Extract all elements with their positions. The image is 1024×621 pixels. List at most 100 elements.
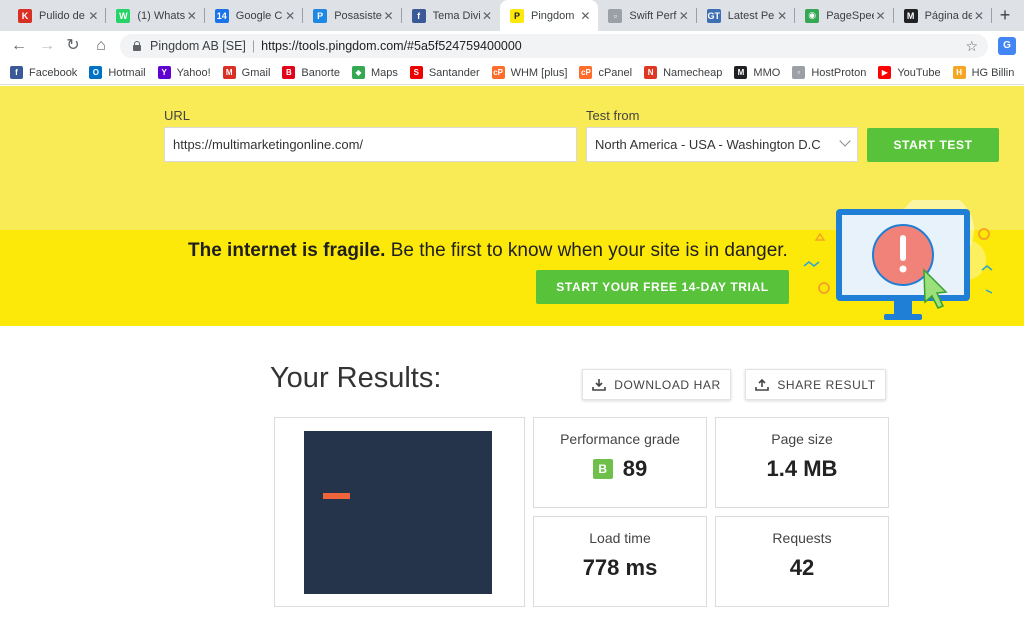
bookmark-item[interactable]: ▶ YouTube	[878, 66, 941, 79]
bookmark-item[interactable]: f Facebook	[10, 66, 77, 79]
page-size-value: 1.4 MB	[766, 456, 838, 481]
performance-score: 89	[622, 456, 648, 481]
bookmark-item[interactable]: H HG Billin	[952, 66, 1015, 79]
bookmark-star-icon[interactable]: ☆	[965, 38, 978, 55]
test-from-select[interactable]: North America - USA - Washington D.C	[586, 127, 858, 162]
load-time-label: Load time	[589, 530, 651, 546]
bookmark-item[interactable]: cP WHM [plus]	[491, 66, 568, 79]
bookmark-item[interactable]: B Banorte	[282, 66, 340, 79]
home-button[interactable]: ⌂	[90, 35, 112, 57]
browser-tab[interactable]: P Pingdom ✕	[500, 0, 599, 31]
performance-grade-value: B 89	[534, 456, 706, 482]
bookmark-label: MMO	[753, 66, 781, 79]
tab-close-icon[interactable]: ✕	[677, 9, 691, 23]
browser-tab[interactable]: f Tema Divi ✕	[402, 0, 500, 31]
bookmark-item[interactable]: N Namecheap	[644, 66, 722, 79]
site-screenshot-thumbnail	[304, 431, 492, 594]
bookmark-favicon-icon: O	[89, 66, 103, 79]
tab-close-icon[interactable]: ✕	[480, 9, 494, 23]
download-har-label: DOWNLOAD HAR	[614, 377, 721, 392]
tab-favicon-icon: M	[903, 8, 918, 23]
browser-tab[interactable]: GT Latest Pe ✕	[697, 0, 796, 31]
bookmark-item[interactable]: Y Yahoo!	[157, 66, 211, 79]
tab-title: (1) Whats	[137, 9, 185, 22]
tab-favicon-icon: 14	[214, 8, 229, 23]
tab-favicon-icon: f	[411, 8, 426, 23]
requests-card: Requests 42	[715, 516, 889, 607]
tab-title: PageSpee	[826, 9, 874, 22]
bookmark-favicon-icon: M	[734, 66, 748, 79]
share-result-button[interactable]: SHARE RESULT	[745, 369, 886, 400]
site-identity: Pingdom AB [SE]	[150, 39, 246, 53]
tab-favicon-icon: GT	[706, 8, 721, 23]
bookmark-label: cPanel	[598, 66, 633, 79]
back-button[interactable]: ←	[8, 35, 30, 57]
address-url: https://tools.pingdom.com/#5a5f524759400…	[261, 39, 522, 53]
address-bar[interactable]: Pingdom AB [SE] | https://tools.pingdom.…	[120, 34, 988, 58]
translate-extension-icon[interactable]: G	[998, 37, 1016, 55]
tab-title: Latest Pe	[727, 9, 775, 22]
bookmark-item[interactable]: M Gmail	[222, 66, 271, 79]
tab-close-icon[interactable]: ✕	[382, 9, 396, 23]
download-icon	[592, 378, 607, 391]
bookmark-item[interactable]: O Hotmail	[89, 66, 146, 79]
performance-grade-card: Performance grade B 89	[533, 417, 707, 508]
tab-title: Pingdom	[531, 9, 575, 22]
load-time-card: Load time 778 ms	[533, 516, 707, 607]
page-size-label: Page size	[771, 431, 833, 447]
browser-toolbar: ← → ↻ ⌂ Pingdom AB [SE] | https://tools.…	[0, 31, 1024, 61]
chevron-down-icon	[839, 135, 851, 147]
tab-title: Google C	[235, 9, 283, 22]
tab-title: Posasiste	[334, 9, 382, 22]
bookmark-favicon-icon: H	[952, 66, 966, 79]
tab-favicon-icon: K	[18, 8, 32, 23]
tab-close-icon[interactable]: ✕	[578, 9, 592, 23]
reload-button[interactable]: ↻	[62, 35, 84, 57]
browser-tab[interactable]: P Posasiste ✕	[303, 0, 402, 31]
bookmark-favicon-icon: ◆	[351, 66, 365, 79]
tab-close-icon[interactable]: ✕	[775, 9, 789, 23]
browser-tab[interactable]: 14 Google C ✕	[205, 0, 304, 31]
bookmark-label: Facebook	[29, 66, 78, 79]
load-time-value: 778 ms	[582, 555, 658, 580]
bookmark-label: WHM [plus]	[510, 66, 568, 79]
tab-separator	[990, 8, 992, 23]
test-from-value: North America - USA - Washington D.C	[595, 137, 821, 152]
tab-close-icon[interactable]: ✕	[86, 9, 100, 23]
browser-tab[interactable]: ▫ Swift Perf ✕	[598, 0, 697, 31]
promo-headline-rest: Be the first to know when your site is i…	[385, 240, 788, 261]
performance-grade-label: Performance grade	[560, 431, 680, 447]
tab-favicon-icon: P	[510, 8, 524, 23]
bookmark-item[interactable]: S Santander	[409, 66, 480, 79]
promo-headline: The internet is fragile. Be the first to…	[188, 240, 788, 262]
url-input[interactable]: https://multimarketingonline.com/	[164, 127, 577, 162]
tab-close-icon[interactable]: ✕	[185, 9, 199, 23]
bookmark-item[interactable]: ▫ HostProton	[792, 66, 866, 79]
browser-tab[interactable]: K Pulido de ✕	[8, 0, 107, 31]
bookmark-item[interactable]: ◆ Maps	[351, 66, 398, 79]
grade-badge: B	[592, 459, 613, 479]
bookmark-item[interactable]: cP cPanel	[579, 66, 632, 79]
tab-close-icon[interactable]: ✕	[972, 9, 986, 23]
new-tab-button[interactable]: +	[994, 4, 1016, 26]
browser-tab[interactable]: M Página de ✕	[894, 0, 992, 31]
bookmark-item[interactable]: M MMO	[734, 66, 780, 79]
bookmark-label: HG Billin	[971, 66, 1015, 79]
tab-title: Página de	[924, 9, 972, 22]
bookmark-favicon-icon: f	[10, 66, 23, 79]
browser-tab[interactable]: ◉ PageSpee ✕	[795, 0, 894, 31]
bookmark-label: Santander	[428, 66, 480, 79]
bookmark-favicon-icon: B	[282, 66, 296, 79]
browser-tab[interactable]: W (1) Whats ✕	[106, 0, 205, 31]
start-test-button[interactable]: START TEST	[867, 128, 999, 162]
bookmark-label: Namecheap	[663, 66, 723, 79]
bookmark-favicon-icon: ▶	[878, 66, 892, 79]
download-har-button[interactable]: DOWNLOAD HAR	[582, 369, 731, 400]
address-separator: |	[251, 39, 256, 53]
free-trial-button[interactable]: START YOUR FREE 14-DAY TRIAL	[536, 270, 789, 304]
bookmark-label: YouTube	[897, 66, 941, 79]
tab-close-icon[interactable]: ✕	[283, 9, 297, 23]
bookmark-label: Gmail	[241, 66, 271, 79]
forward-button[interactable]: →	[36, 35, 58, 57]
tab-close-icon[interactable]: ✕	[874, 9, 888, 23]
